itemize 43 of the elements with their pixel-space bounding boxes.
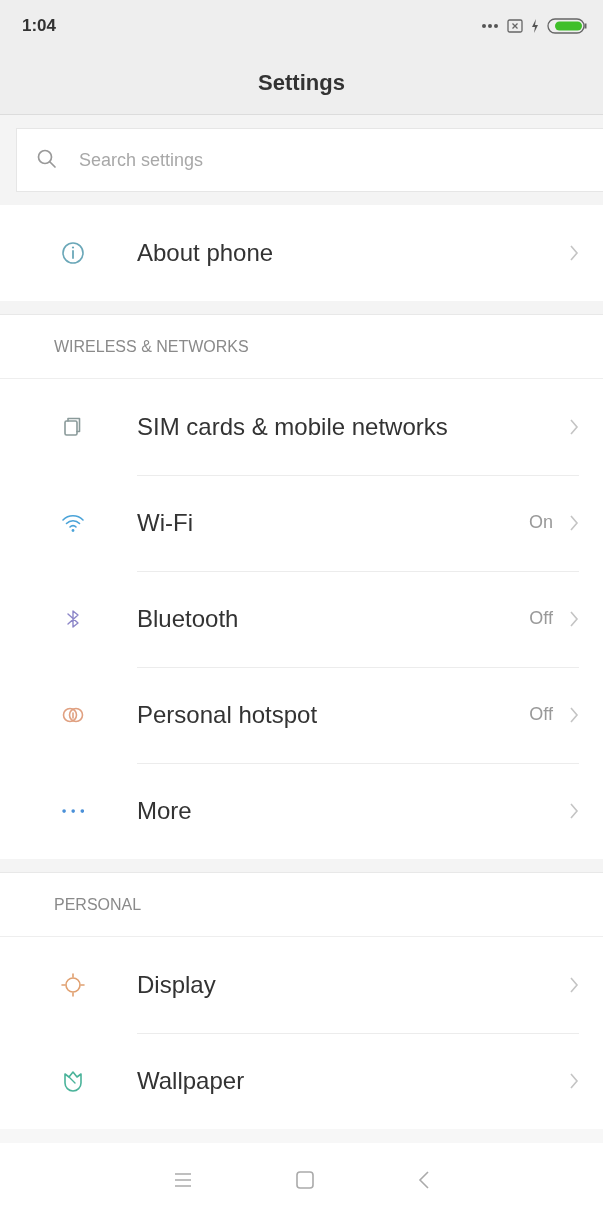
settings-item[interactable]: Wi-Fi On xyxy=(0,475,603,571)
chevron-icon xyxy=(569,513,579,532)
back-icon xyxy=(416,1169,431,1190)
chevron-icon xyxy=(569,802,579,820)
sun-icon xyxy=(59,971,87,999)
item-label: Wi-Fi xyxy=(137,508,194,537)
item-label: Bluetooth xyxy=(137,604,240,633)
item-value: Off xyxy=(529,608,553,629)
item-label: More xyxy=(137,797,193,825)
item-value: Off xyxy=(529,704,553,725)
item-value: On xyxy=(529,512,553,533)
chevron-icon xyxy=(569,244,579,262)
item-label: Display xyxy=(137,970,217,999)
section-header: WIRELESS & NETWORKS xyxy=(54,337,249,356)
more-icon xyxy=(61,808,85,814)
dots-icon xyxy=(481,23,499,29)
chevron-icon xyxy=(569,705,579,724)
sim-x-icon xyxy=(507,19,523,33)
settings-item[interactable]: Wallpaper xyxy=(0,1033,603,1129)
status-time: 1:04 xyxy=(22,16,57,36)
chevron-icon xyxy=(569,609,579,628)
section-header: PERSONAL xyxy=(54,895,142,914)
settings-item[interactable]: About phone xyxy=(0,205,603,301)
info-icon xyxy=(59,239,87,267)
item-label: Wallpaper xyxy=(137,1067,246,1095)
item-label: About phone xyxy=(137,239,275,267)
settings-item[interactable]: Personal hotspot Off xyxy=(0,667,603,763)
chevron-icon xyxy=(569,975,579,994)
menu-icon xyxy=(172,1170,193,1189)
search-field[interactable]: Search settings xyxy=(16,128,603,192)
square-icon xyxy=(294,1169,315,1190)
settings-item[interactable]: More xyxy=(0,763,603,859)
screen-title: Settings xyxy=(258,70,345,96)
settings-item[interactable]: SIM cards & mobile networks xyxy=(0,379,603,475)
item-label: SIM cards & mobile networks xyxy=(137,412,449,441)
chevron-icon xyxy=(569,1072,579,1090)
charging-icon xyxy=(531,19,539,33)
chevron-icon xyxy=(569,417,579,436)
battery-icon xyxy=(547,18,587,34)
settings-item[interactable]: Bluetooth Off xyxy=(0,571,603,667)
item-label: Personal hotspot xyxy=(137,700,319,729)
settings-item[interactable]: Display xyxy=(0,937,603,1033)
search-icon xyxy=(36,148,58,170)
